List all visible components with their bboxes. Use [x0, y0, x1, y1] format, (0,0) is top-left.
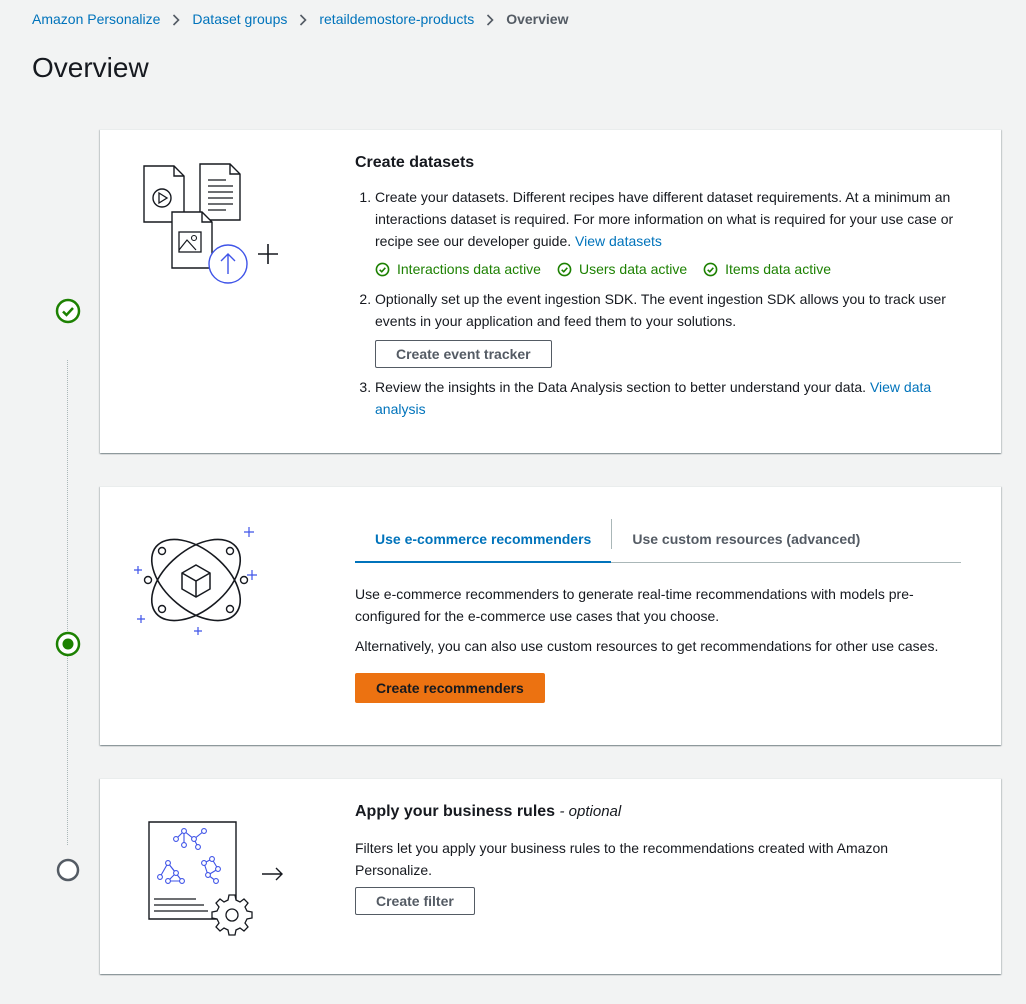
- in-progress-circle-icon: [55, 631, 81, 657]
- datasets-step-3: Review the insights in the Data Analysis…: [375, 376, 961, 420]
- datasets-steps-list: Create your datasets. Different recipes …: [355, 186, 961, 420]
- filter-rules-illustration: [146, 819, 286, 946]
- check-circle-icon: [55, 298, 81, 324]
- page-title: Overview: [32, 52, 149, 83]
- check-circle-icon: [375, 262, 390, 276]
- status-interactions-label: Interactions data active: [397, 261, 541, 277]
- create-datasets-title: Create datasets: [355, 154, 475, 171]
- status-interactions: Interactions data active: [375, 258, 541, 280]
- recommenders-alternative-text: Alternatively, you can also use custom r…: [355, 638, 939, 654]
- datasets-step-1-text: Create your datasets. Different recipes …: [375, 189, 954, 249]
- check-circle-icon: [557, 262, 572, 276]
- create-recommenders-button[interactable]: Create recommenders: [355, 673, 545, 703]
- create-event-tracker-button[interactable]: Create event tracker: [375, 340, 552, 368]
- status-users-label: Users data active: [578, 261, 688, 277]
- datasets-step-2-text: Optionally set up the event ingestion SD…: [375, 291, 946, 329]
- status-users: Users data active: [557, 258, 687, 280]
- datasets-step-1: Create your datasets. Different recipes …: [375, 186, 961, 280]
- breadcrumb-dataset-groups[interactable]: Dataset groups: [192, 11, 287, 27]
- business-rules-title-text: Apply your business rules: [355, 803, 556, 820]
- status-items-label: Items data active: [725, 261, 831, 277]
- filters-description: Filters let you apply your business rule…: [355, 840, 889, 878]
- datasets-step-2: Optionally set up the event ingestion SD…: [375, 288, 961, 368]
- create-filter-button[interactable]: Create filter: [355, 887, 475, 915]
- chevron-right-icon: [474, 11, 506, 27]
- create-datasets-card: Create datasets Create your datasets. Di…: [100, 129, 1001, 453]
- timeline-line: [67, 360, 68, 845]
- chevron-right-icon: [287, 11, 319, 27]
- tab-ecommerce-recommenders[interactable]: Use e-commerce recommenders: [355, 517, 612, 563]
- chevron-right-icon: [160, 11, 192, 27]
- datasets-step-3-text: Review the insights in the Data Analysis…: [375, 379, 867, 395]
- datasets-upload-illustration: [130, 160, 290, 295]
- optional-label: - optional: [559, 803, 622, 820]
- dataset-status-row: Interactions data active Users data acti…: [375, 258, 961, 280]
- recommender-tabs: Use e-commerce recommenders Use custom r…: [355, 517, 961, 563]
- empty-circle-icon: [55, 857, 81, 883]
- recommenders-card: Use e-commerce recommenders Use custom r…: [100, 486, 1001, 745]
- breadcrumb-amazon-personalize[interactable]: Amazon Personalize: [32, 11, 160, 27]
- business-rules-title: Apply your business rules - optional: [355, 801, 961, 823]
- check-circle-icon: [703, 262, 718, 276]
- tab-custom-resources[interactable]: Use custom resources (advanced): [612, 517, 880, 562]
- breadcrumb: Amazon Personalize Dataset groups retail…: [32, 11, 568, 27]
- status-items: Items data active: [703, 258, 831, 280]
- view-datasets-link[interactable]: View datasets: [575, 233, 662, 249]
- recommenders-description: Use e-commerce recommenders to generate …: [355, 586, 914, 624]
- business-rules-card: Apply your business rules - optional Fil…: [100, 778, 1001, 974]
- breadcrumb-current: Overview: [506, 11, 569, 27]
- breadcrumb-dataset-group-name[interactable]: retaildemostore-products: [319, 11, 474, 27]
- ecommerce-recommender-illustration: [132, 525, 267, 645]
